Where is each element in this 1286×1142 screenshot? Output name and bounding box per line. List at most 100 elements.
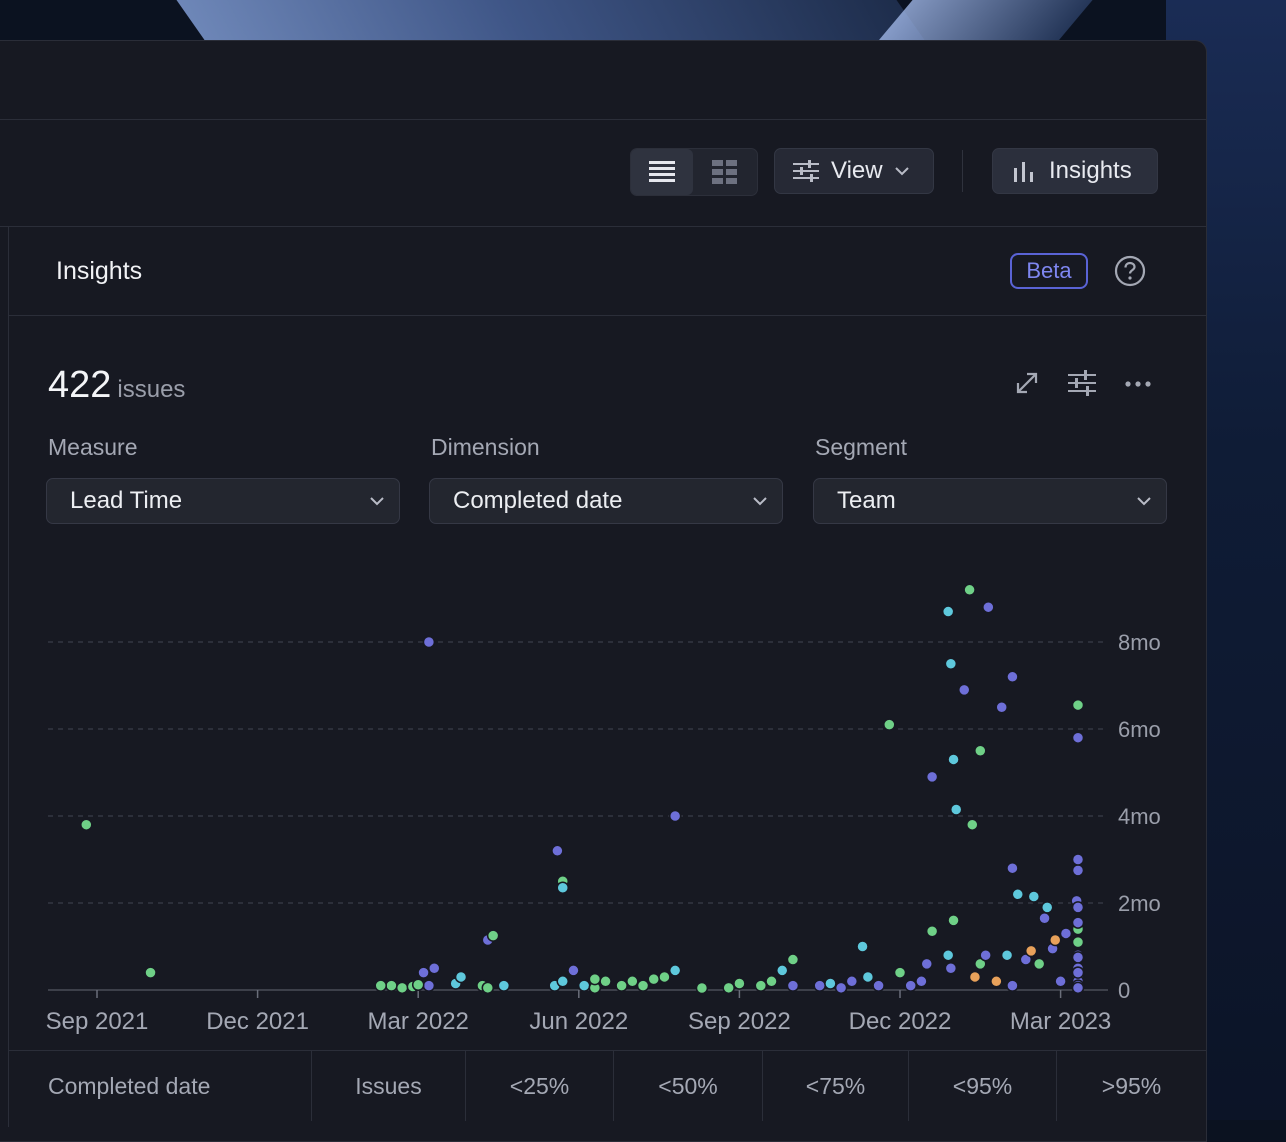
data-point[interactable] xyxy=(647,972,660,986)
data-point[interactable] xyxy=(486,929,500,942)
data-point[interactable] xyxy=(1071,966,1085,979)
data-point[interactable] xyxy=(966,818,979,831)
data-point[interactable] xyxy=(786,953,800,966)
data-point[interactable] xyxy=(1006,979,1019,992)
dimension-select[interactable]: Completed date xyxy=(429,478,783,524)
data-point[interactable] xyxy=(995,701,1008,714)
data-point[interactable] xyxy=(658,970,671,984)
data-point[interactable] xyxy=(824,977,837,990)
list-layout-button[interactable] xyxy=(631,149,693,195)
help-icon[interactable] xyxy=(1114,255,1146,287)
data-point[interactable] xyxy=(1038,911,1051,925)
data-point[interactable] xyxy=(1040,901,1054,914)
column-p50[interactable]: <50% xyxy=(614,1051,763,1121)
data-point[interactable] xyxy=(626,975,639,988)
data-point[interactable] xyxy=(1011,888,1025,901)
data-point[interactable] xyxy=(454,970,468,984)
data-point[interactable] xyxy=(941,605,955,618)
data-point[interactable] xyxy=(974,744,987,757)
data-point[interactable] xyxy=(947,753,960,766)
data-point[interactable] xyxy=(1054,975,1067,988)
data-point[interactable] xyxy=(925,770,939,784)
chart-settings-icon[interactable] xyxy=(1068,370,1096,396)
data-point[interactable] xyxy=(1071,853,1085,866)
data-point[interactable] xyxy=(990,975,1003,988)
data-point[interactable] xyxy=(556,881,569,895)
data-point[interactable] xyxy=(385,979,398,992)
data-point[interactable] xyxy=(1071,901,1085,914)
data-point[interactable] xyxy=(856,940,869,953)
data-point[interactable] xyxy=(944,657,958,670)
column-p95[interactable]: <95% xyxy=(909,1051,1057,1121)
data-point[interactable] xyxy=(1032,957,1046,971)
data-point[interactable] xyxy=(915,975,928,988)
column-p75[interactable]: <75% xyxy=(763,1051,909,1121)
data-point[interactable] xyxy=(577,979,591,992)
data-point[interactable] xyxy=(920,957,934,971)
data-point[interactable] xyxy=(1000,948,1014,962)
view-button[interactable]: View xyxy=(774,148,934,194)
data-point[interactable] xyxy=(1071,731,1085,744)
more-options-icon[interactable] xyxy=(1124,380,1152,388)
data-point[interactable] xyxy=(941,948,955,962)
data-point[interactable] xyxy=(775,964,789,977)
data-point[interactable] xyxy=(1059,927,1073,940)
data-point[interactable] xyxy=(883,718,896,731)
data-point[interactable] xyxy=(1006,861,1019,875)
data-point[interactable] xyxy=(861,970,875,984)
data-point[interactable] xyxy=(599,975,612,988)
data-point[interactable] xyxy=(668,964,682,977)
data-point[interactable] xyxy=(668,809,682,823)
insights-button[interactable]: Insights xyxy=(992,148,1158,194)
data-point[interactable] xyxy=(1048,933,1062,947)
data-point[interactable] xyxy=(1071,951,1085,964)
data-point[interactable] xyxy=(947,914,960,927)
data-point[interactable] xyxy=(786,979,800,992)
data-point[interactable] xyxy=(395,981,409,995)
data-point[interactable] xyxy=(834,981,848,995)
data-point[interactable] xyxy=(144,966,157,979)
data-point[interactable] xyxy=(845,975,859,988)
data-point[interactable] xyxy=(497,979,511,992)
data-point[interactable] xyxy=(733,977,746,990)
data-point[interactable] xyxy=(754,979,768,992)
data-point[interactable] xyxy=(893,966,907,979)
data-point[interactable] xyxy=(556,975,569,988)
segment-select[interactable]: Team xyxy=(813,478,1167,524)
data-point[interactable] xyxy=(1027,890,1041,903)
data-point[interactable] xyxy=(813,979,826,992)
data-point[interactable] xyxy=(949,803,963,816)
expand-icon[interactable] xyxy=(1014,370,1040,396)
data-point[interactable] xyxy=(588,972,602,986)
column-completed-date[interactable]: Completed date xyxy=(8,1051,312,1121)
data-point[interactable] xyxy=(722,981,735,995)
data-point[interactable] xyxy=(417,966,430,979)
data-point[interactable] xyxy=(963,583,976,597)
data-point[interactable] xyxy=(957,683,971,697)
data-point[interactable] xyxy=(422,979,436,992)
data-point[interactable] xyxy=(979,948,992,962)
data-point[interactable] xyxy=(636,979,650,992)
data-point[interactable] xyxy=(1071,864,1085,877)
column-p25[interactable]: <25% xyxy=(466,1051,614,1121)
data-point[interactable] xyxy=(765,975,778,988)
data-point[interactable] xyxy=(695,981,709,995)
data-point[interactable] xyxy=(904,979,917,992)
column-issues[interactable]: Issues xyxy=(312,1051,466,1121)
measure-select[interactable]: Lead Time xyxy=(46,478,400,524)
data-point[interactable] xyxy=(1071,935,1085,949)
data-point[interactable] xyxy=(1006,670,1019,684)
data-point[interactable] xyxy=(481,981,495,995)
data-point[interactable] xyxy=(1071,698,1085,712)
data-point[interactable] xyxy=(1071,981,1085,995)
data-point[interactable] xyxy=(982,600,995,614)
data-point[interactable] xyxy=(872,979,885,992)
data-point[interactable] xyxy=(925,925,939,938)
data-point[interactable] xyxy=(80,818,93,831)
data-point[interactable] xyxy=(1071,916,1085,929)
data-point[interactable] xyxy=(1024,944,1038,958)
data-point[interactable] xyxy=(422,635,436,649)
data-point[interactable] xyxy=(428,962,441,975)
data-point[interactable] xyxy=(567,964,580,977)
data-point[interactable] xyxy=(615,979,628,992)
